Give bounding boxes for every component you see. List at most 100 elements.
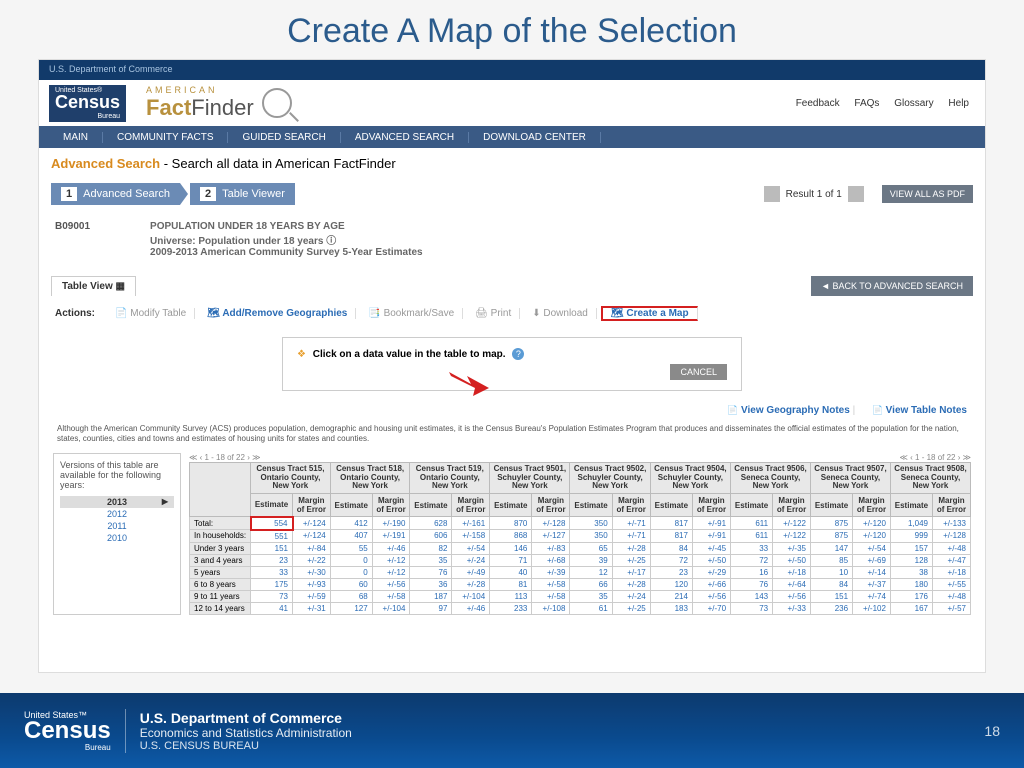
data-cell[interactable]: 33	[251, 566, 293, 578]
data-cell[interactable]: 817	[650, 530, 692, 543]
back-to-advanced-button[interactable]: BACK TO ADVANCED SEARCH	[811, 276, 973, 296]
data-cell[interactable]: +/-35	[773, 542, 811, 554]
data-cell[interactable]: 73	[251, 590, 293, 602]
data-table[interactable]: Census Tract 515, Ontario County, New Yo…	[189, 462, 971, 615]
data-cell[interactable]: +/-58	[372, 590, 410, 602]
data-cell[interactable]: 151	[810, 590, 852, 602]
data-cell[interactable]: +/-17	[612, 566, 650, 578]
data-cell[interactable]: +/-84	[293, 542, 331, 554]
data-cell[interactable]: 65	[570, 542, 612, 554]
data-cell[interactable]: +/-24	[452, 554, 490, 566]
data-cell[interactable]: +/-127	[532, 530, 570, 543]
year-2012[interactable]: 2012	[60, 508, 174, 520]
data-cell[interactable]: +/-46	[372, 542, 410, 554]
data-cell[interactable]: +/-28	[612, 578, 650, 590]
data-cell[interactable]: +/-124	[293, 517, 331, 530]
data-cell[interactable]: 39	[570, 554, 612, 566]
nav-advanced[interactable]: ADVANCED SEARCH	[341, 132, 469, 143]
data-cell[interactable]: 875	[810, 530, 852, 543]
data-cell[interactable]: +/-83	[532, 542, 570, 554]
bookmark-action[interactable]: 📑 Bookmark/Save	[360, 308, 463, 319]
data-cell[interactable]: 1,049	[890, 517, 932, 530]
data-cell[interactable]: +/-104	[452, 590, 490, 602]
data-cell[interactable]: 127	[330, 602, 372, 614]
data-cell[interactable]: +/-102	[853, 602, 891, 614]
data-cell[interactable]: 407	[330, 530, 372, 543]
glossary-link[interactable]: Glossary	[894, 98, 933, 109]
data-cell[interactable]: +/-31	[293, 602, 331, 614]
data-cell[interactable]: 76	[410, 566, 452, 578]
crumb-2[interactable]: 2Table Viewer	[190, 183, 295, 205]
data-cell[interactable]: +/-25	[612, 602, 650, 614]
data-cell[interactable]: +/-55	[932, 578, 970, 590]
data-cell[interactable]: 41	[251, 602, 293, 614]
data-cell[interactable]: +/-18	[932, 566, 970, 578]
data-cell[interactable]: 71	[490, 554, 532, 566]
feedback-link[interactable]: Feedback	[796, 98, 840, 109]
data-cell[interactable]: +/-58	[532, 590, 570, 602]
data-cell[interactable]: +/-133	[932, 517, 970, 530]
nav-download[interactable]: DOWNLOAD CENTER	[469, 132, 601, 143]
data-cell[interactable]: +/-56	[692, 590, 730, 602]
data-cell[interactable]: 157	[890, 542, 932, 554]
data-cell[interactable]: 40	[490, 566, 532, 578]
view-all-pdf-button[interactable]: VIEW ALL AS PDF	[882, 185, 973, 203]
data-cell[interactable]: 0	[330, 554, 372, 566]
data-cell[interactable]: +/-56	[372, 578, 410, 590]
data-cell[interactable]: +/-25	[612, 554, 650, 566]
data-cell[interactable]: 214	[650, 590, 692, 602]
data-cell[interactable]: 147	[810, 542, 852, 554]
data-cell[interactable]: 81	[490, 578, 532, 590]
data-cell[interactable]: 868	[490, 530, 532, 543]
data-cell[interactable]: +/-122	[773, 530, 811, 543]
data-cell[interactable]: 55	[330, 542, 372, 554]
data-cell[interactable]: 611	[731, 517, 773, 530]
data-cell[interactable]: 870	[490, 517, 532, 530]
data-cell[interactable]: +/-18	[773, 566, 811, 578]
data-cell[interactable]: 551	[251, 530, 293, 543]
modify-table-action[interactable]: 📄 Modify Table	[107, 308, 195, 319]
data-cell[interactable]: +/-70	[692, 602, 730, 614]
data-cell[interactable]: 606	[410, 530, 452, 543]
data-cell[interactable]: +/-48	[932, 590, 970, 602]
data-cell[interactable]: +/-93	[293, 578, 331, 590]
data-cell[interactable]: 61	[570, 602, 612, 614]
nav-guided[interactable]: GUIDED SEARCH	[228, 132, 340, 143]
data-cell[interactable]: 183	[650, 602, 692, 614]
year-2011[interactable]: 2011	[60, 520, 174, 532]
data-cell[interactable]: +/-74	[853, 590, 891, 602]
data-cell[interactable]: 151	[251, 542, 293, 554]
data-cell[interactable]: 554	[251, 517, 293, 530]
data-cell[interactable]: 35	[570, 590, 612, 602]
data-cell[interactable]: 38	[890, 566, 932, 578]
data-cell[interactable]: 23	[251, 554, 293, 566]
view-geography-notes-link[interactable]: View Geography Notes	[727, 405, 849, 416]
data-cell[interactable]: 0	[330, 566, 372, 578]
data-cell[interactable]: +/-158	[452, 530, 490, 543]
data-cell[interactable]: 236	[810, 602, 852, 614]
data-cell[interactable]: 128	[890, 554, 932, 566]
data-cell[interactable]: 113	[490, 590, 532, 602]
data-cell[interactable]: +/-37	[853, 578, 891, 590]
data-cell[interactable]: 350	[570, 517, 612, 530]
data-cell[interactable]: 84	[810, 578, 852, 590]
data-cell[interactable]: +/-12	[372, 566, 410, 578]
add-remove-geographies-action[interactable]: 🗺 Add/Remove Geographies	[199, 308, 356, 319]
data-cell[interactable]: +/-91	[692, 517, 730, 530]
data-cell[interactable]: +/-191	[372, 530, 410, 543]
data-cell[interactable]: +/-56	[773, 590, 811, 602]
data-cell[interactable]: +/-57	[932, 602, 970, 614]
data-cell[interactable]: +/-50	[773, 554, 811, 566]
data-cell[interactable]: +/-128	[532, 517, 570, 530]
data-cell[interactable]: 10	[810, 566, 852, 578]
data-cell[interactable]: 180	[890, 578, 932, 590]
print-action[interactable]: 🖨 Print	[467, 308, 520, 319]
data-cell[interactable]: +/-33	[773, 602, 811, 614]
data-cell[interactable]: 611	[731, 530, 773, 543]
data-cell[interactable]: +/-12	[372, 554, 410, 566]
data-cell[interactable]: 167	[890, 602, 932, 614]
data-cell[interactable]: 68	[330, 590, 372, 602]
data-cell[interactable]: 143	[731, 590, 773, 602]
data-cell[interactable]: +/-108	[532, 602, 570, 614]
data-cell[interactable]: +/-45	[692, 542, 730, 554]
